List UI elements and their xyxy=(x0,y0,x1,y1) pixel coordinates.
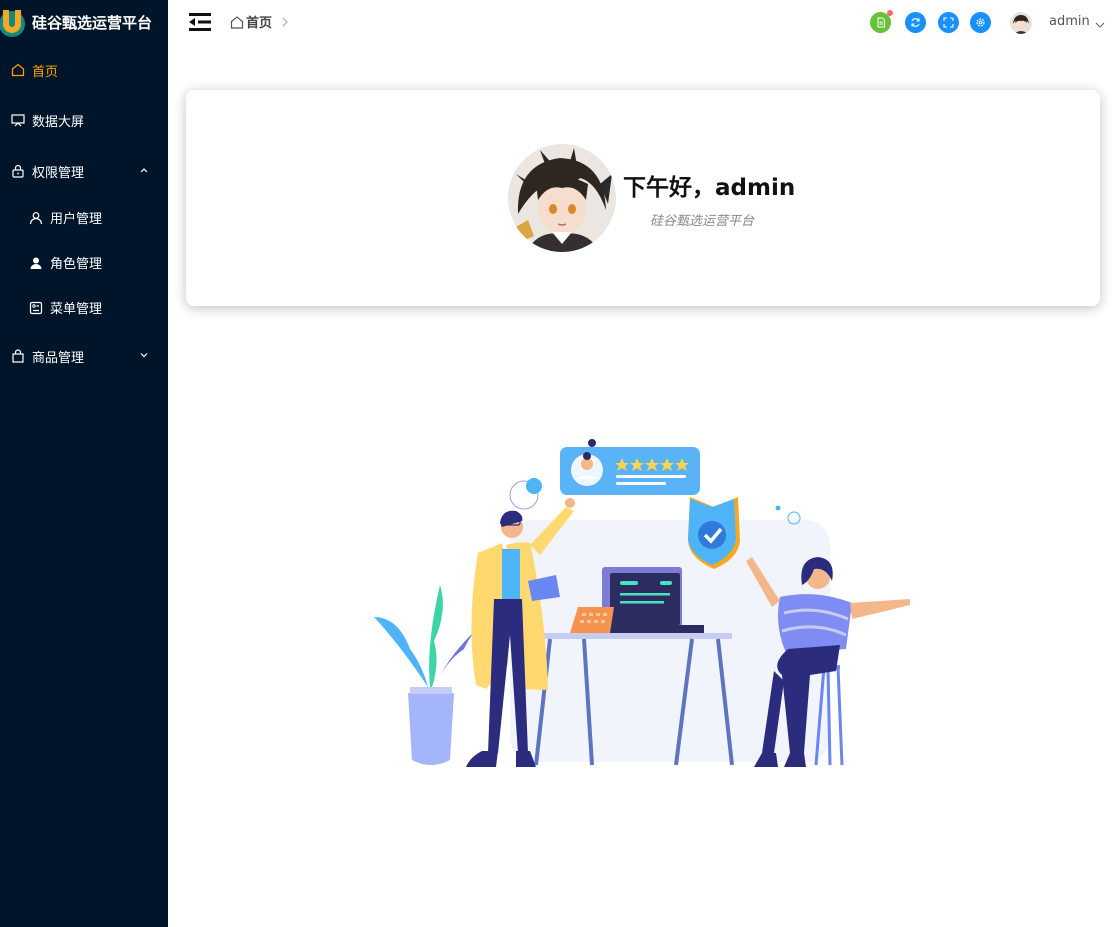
settings-button[interactable] xyxy=(970,12,991,33)
welcome-illustration xyxy=(370,435,918,775)
fullscreen-button[interactable] xyxy=(938,12,959,33)
chevron-down-icon xyxy=(1095,18,1105,28)
breadcrumb-item[interactable]: 首页 xyxy=(246,12,272,31)
sidebar-item-label: 商品管理 xyxy=(32,350,85,366)
lock-icon xyxy=(10,163,26,179)
sidebar-item-role-management[interactable]: 角色管理 xyxy=(0,240,168,285)
home-icon xyxy=(230,15,244,29)
welcome-card: 下午好，admin 硅谷甄选运营平台 xyxy=(186,90,1100,306)
sidebar-item-label: 菜单管理 xyxy=(50,302,103,317)
sidebar: 硅谷甄选运营平台 首页 数据大屏 权限管理 用户管理 角色管理 菜单管理 商品管… xyxy=(0,0,168,927)
app-title: 硅谷甄选运营平台 xyxy=(32,13,153,32)
document-icon xyxy=(876,13,886,32)
menu-grid-icon xyxy=(28,300,44,316)
sidebar-item-user-management[interactable]: 用户管理 xyxy=(0,195,168,240)
sidebar-item-label: 首页 xyxy=(32,64,59,80)
logo-icon xyxy=(0,2,28,42)
chevron-down-icon xyxy=(138,349,150,361)
greeting-title: 下午好，admin xyxy=(623,175,796,201)
monitor-icon xyxy=(10,112,26,128)
sidebar-item-data-screen[interactable]: 数据大屏 xyxy=(0,95,168,145)
refresh-icon xyxy=(910,13,921,32)
sidebar-item-permission[interactable]: 权限管理 xyxy=(0,146,168,196)
sidebar-item-label: 角色管理 xyxy=(50,257,103,272)
logo: 硅谷甄选运营平台 xyxy=(0,0,168,44)
greeting-subtitle: 硅谷甄选运营平台 xyxy=(650,214,755,229)
welcome-avatar xyxy=(508,144,616,252)
sidebar-item-home[interactable]: 首页 xyxy=(0,45,168,95)
collapse-menu-icon[interactable] xyxy=(189,12,211,32)
user-icon xyxy=(28,210,44,226)
shopping-bag-icon xyxy=(10,348,26,364)
home-icon xyxy=(10,62,26,78)
app-root: 硅谷甄选运营平台 首页 数据大屏 权限管理 用户管理 角色管理 菜单管理 商品管… xyxy=(0,0,1118,927)
chevron-up-icon xyxy=(138,164,150,176)
breadcrumb: 首页 xyxy=(230,12,290,31)
fullscreen-icon xyxy=(943,13,954,32)
refresh-button[interactable] xyxy=(905,12,926,33)
settings-icon xyxy=(975,13,986,32)
sidebar-item-product[interactable]: 商品管理 xyxy=(0,331,168,381)
user-dropdown[interactable]: admin xyxy=(1049,14,1105,29)
document-button[interactable] xyxy=(870,10,893,33)
sidebar-item-label: 数据大屏 xyxy=(32,114,85,130)
top-header: 首页 admin xyxy=(168,0,1118,44)
user-filled-icon xyxy=(28,255,44,271)
sidebar-item-label: 权限管理 xyxy=(32,165,85,181)
chevron-right-icon xyxy=(280,16,290,28)
username-label: admin xyxy=(1049,14,1090,29)
sidebar-item-menu-management[interactable]: 菜单管理 xyxy=(0,285,168,330)
user-avatar[interactable] xyxy=(1010,12,1032,34)
notification-dot xyxy=(887,10,893,16)
sidebar-item-label: 用户管理 xyxy=(50,212,103,227)
